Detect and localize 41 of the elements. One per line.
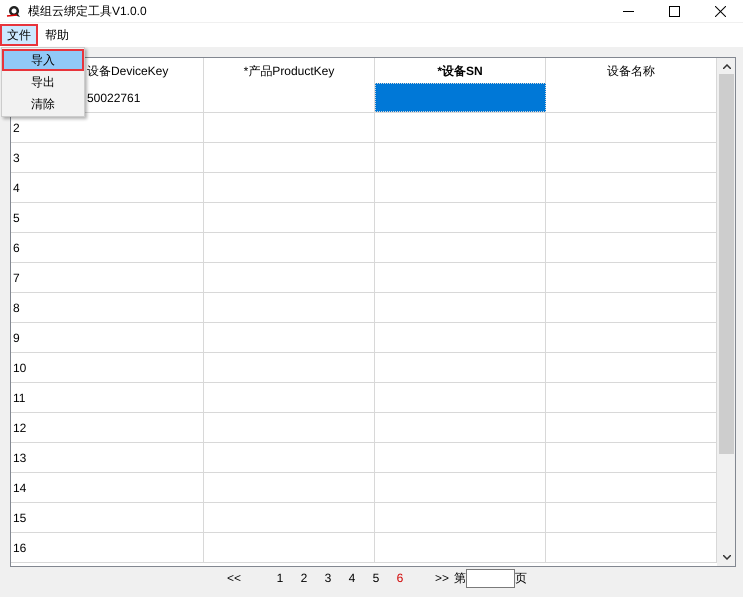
row-number: 7 xyxy=(13,270,20,286)
row-number: 5 xyxy=(13,210,20,226)
menu-item[interactable]: 帮助 xyxy=(38,24,76,46)
row-number: 13 xyxy=(13,450,26,466)
first-page-link[interactable]: << xyxy=(226,569,242,587)
scroll-up-icon xyxy=(722,64,730,69)
row-number: 15 xyxy=(13,510,26,526)
cell-text: 50022761 xyxy=(87,90,140,106)
row-number: 6 xyxy=(13,240,20,256)
minimize-icon xyxy=(622,10,634,12)
scrollbar[interactable] xyxy=(717,58,735,566)
window-title: 模组云绑定工具V1.0.0 xyxy=(28,3,147,20)
menu-item[interactable]: 文件 xyxy=(0,24,38,46)
app-logo-icon xyxy=(6,5,22,17)
scroll-thumb[interactable] xyxy=(719,74,734,454)
page-link[interactable]: 1 xyxy=(268,569,292,587)
menu-option[interactable]: 导入 xyxy=(2,49,84,71)
table-cell[interactable] xyxy=(375,83,546,112)
page-input[interactable] xyxy=(466,568,515,588)
page-link[interactable]: 3 xyxy=(316,569,340,587)
page-link[interactable]: 5 xyxy=(364,569,388,587)
page-prefix: 第 xyxy=(454,570,466,587)
row-number: 9 xyxy=(13,330,20,346)
column-header[interactable]: *产品ProductKey xyxy=(204,58,375,83)
close-icon xyxy=(714,6,726,16)
row-number: 8 xyxy=(13,300,20,316)
scroll-down-icon xyxy=(722,555,730,560)
row-number: 14 xyxy=(13,480,26,496)
row-number: 11 xyxy=(13,390,26,406)
row-number: 12 xyxy=(13,420,26,436)
page-link[interactable]: 6 xyxy=(388,569,412,587)
page-suffix: 页 xyxy=(515,570,527,587)
row-number: 4 xyxy=(13,180,20,196)
row-number: 16 xyxy=(13,540,26,556)
page-link[interactable]: 4 xyxy=(340,569,364,587)
row-number: 10 xyxy=(13,360,26,376)
last-page-link[interactable]: >> xyxy=(434,569,450,587)
page-link[interactable]: 2 xyxy=(292,569,316,587)
row-number: 2 xyxy=(13,120,20,136)
row-number: 3 xyxy=(13,150,20,166)
maximize-icon xyxy=(668,6,680,16)
